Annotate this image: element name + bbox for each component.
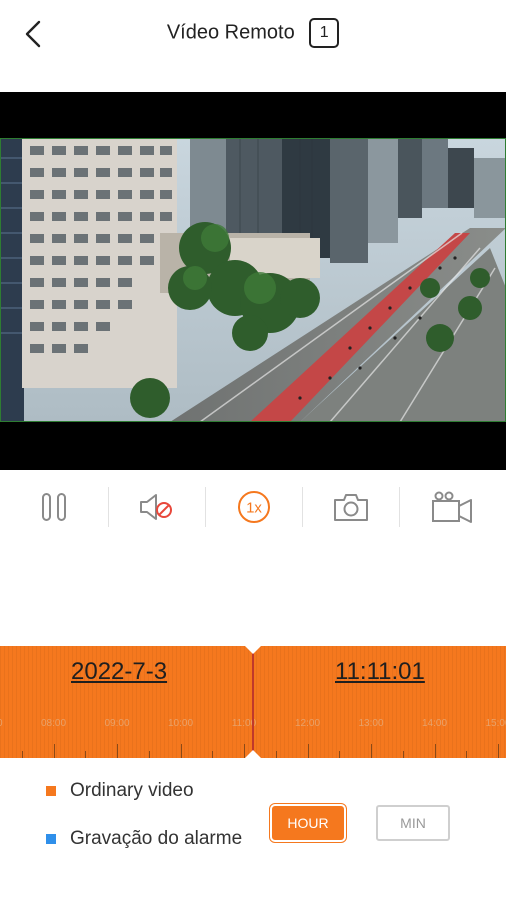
- ordinary-video-swatch: [46, 786, 56, 796]
- timeline-tick-label: 12:00: [294, 718, 321, 729]
- speed-icon: 1x: [238, 491, 270, 523]
- timeline-tick-major: [434, 744, 436, 758]
- timeline-tick-minor: [21, 751, 23, 758]
- timeline-tick-label: 09:00: [104, 718, 130, 729]
- timeline-tick-major: [53, 744, 55, 758]
- timeline-tick-minor: [339, 751, 341, 758]
- header-bar: Vídeo Remoto 1: [0, 0, 506, 66]
- alarm-video-swatch: [46, 834, 56, 844]
- timeline-tick-label: 13:00: [358, 718, 384, 729]
- legend-alarm-label: Gravação do alarme: [70, 828, 243, 849]
- player-controls: 1x: [0, 484, 506, 530]
- timeline-pointer-bottom: [245, 750, 261, 758]
- playback-timeline[interactable]: 2022-7-3 11:11:01 07:0008:0009:0010:0011…: [0, 646, 506, 758]
- timeline-tick-minor: [85, 751, 87, 758]
- title-group: Vídeo Remoto 1: [0, 18, 506, 48]
- timeline-tick-label: 15:00: [485, 718, 506, 729]
- channel-badge[interactable]: 1: [309, 18, 340, 48]
- video-frame: [0, 138, 506, 422]
- timeline-date[interactable]: 2022-7-3: [71, 658, 167, 686]
- hour-button[interactable]: HOUR: [272, 806, 344, 840]
- timeline-tick-label: 14:00: [421, 718, 448, 729]
- video-player[interactable]: [0, 92, 506, 470]
- timeline-tick-label: 07:00: [0, 718, 3, 729]
- timeline-tick-major: [371, 744, 372, 758]
- timeline-tick-minor: [275, 751, 277, 758]
- snapshot-button[interactable]: [303, 484, 399, 530]
- camera-icon: [334, 494, 368, 521]
- timeline-tick-minor: [212, 751, 214, 758]
- timeline-tick-minor: [402, 751, 404, 758]
- timeline-tick-minor: [148, 751, 150, 758]
- speed-label: 1x: [246, 500, 262, 517]
- speed-button[interactable]: 1x: [206, 484, 302, 530]
- record-button[interactable]: [400, 484, 504, 530]
- page-title: Vídeo Remoto: [166, 21, 295, 44]
- timeline-time[interactable]: 11:11:01: [335, 658, 425, 686]
- timeline-pointer-top: [245, 646, 261, 654]
- timeline-cursor: [252, 646, 254, 758]
- pause-icon: [42, 493, 66, 521]
- legend-alarm: Gravação do alarme: [46, 828, 242, 850]
- timeline-tick-major: [307, 744, 309, 758]
- mute-button[interactable]: [109, 484, 205, 530]
- timeline-tick-major: [180, 744, 182, 758]
- legend-ordinary-label: Ordinary video: [70, 780, 194, 801]
- timeline-tick-label: 08:00: [40, 718, 67, 729]
- speaker-muted-icon: [140, 494, 172, 520]
- legend-ordinary: Ordinary video: [46, 780, 194, 802]
- timeline-tick-label: 10:00: [167, 718, 194, 729]
- timeline-tick-minor: [466, 751, 468, 758]
- min-button[interactable]: MIN: [376, 805, 450, 841]
- city-street-video-image: [0, 138, 506, 422]
- timeline-tick-major: [117, 744, 118, 758]
- video-camera-icon: [432, 491, 472, 523]
- timeline-tick-major: [498, 744, 499, 758]
- pause-button[interactable]: [0, 484, 108, 530]
